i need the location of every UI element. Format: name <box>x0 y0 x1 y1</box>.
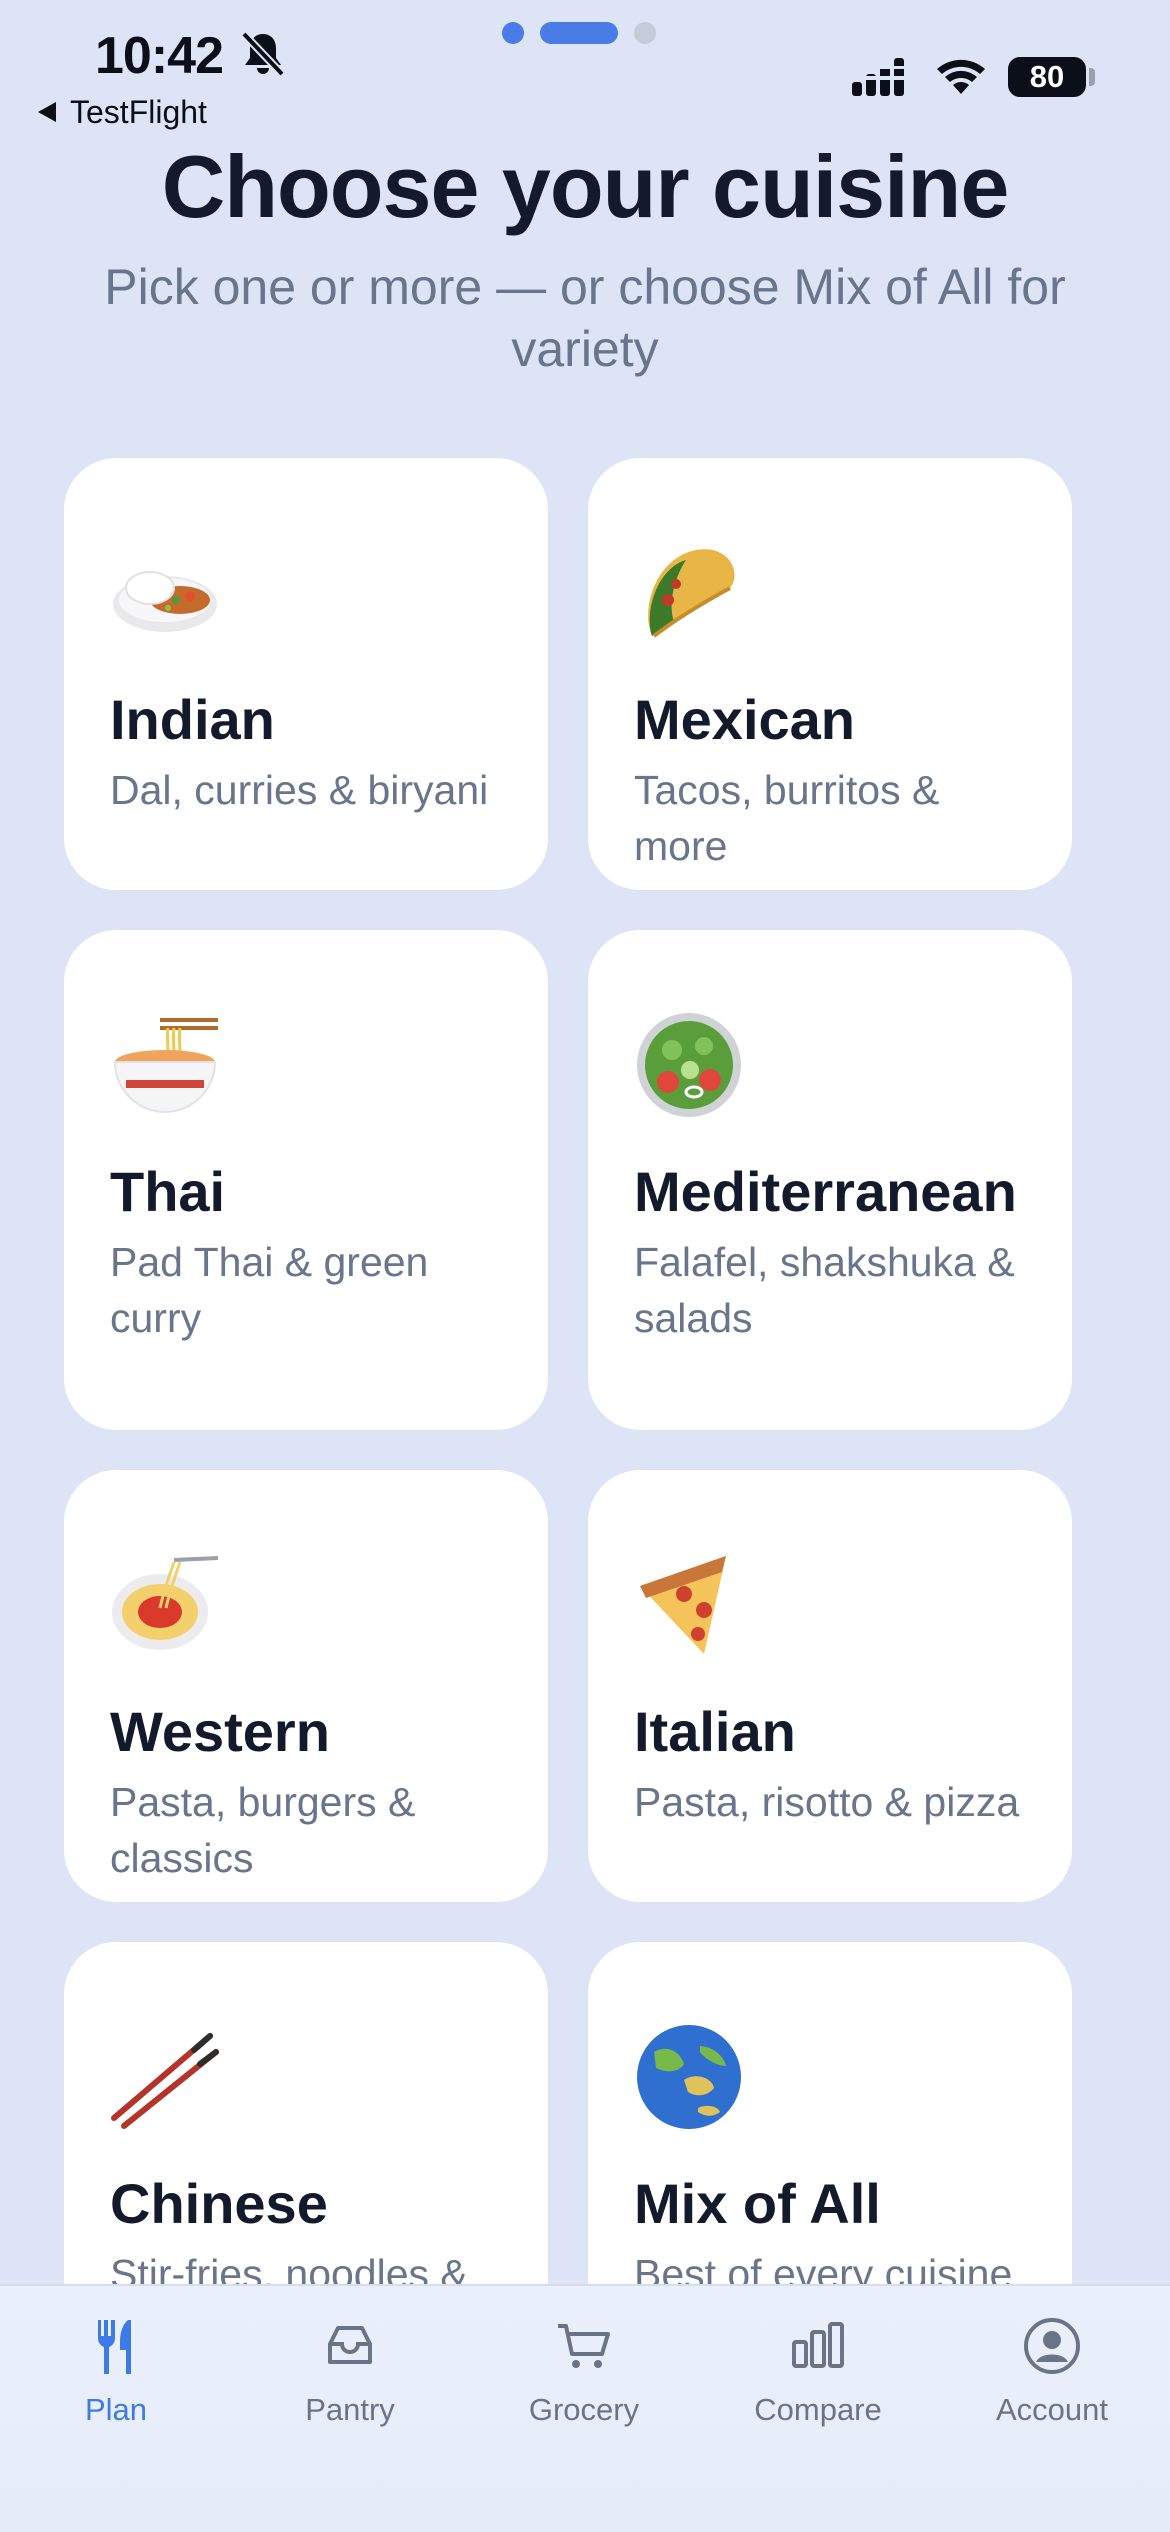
battery-nub <box>1089 68 1095 86</box>
back-label: TestFlight <box>70 93 207 130</box>
cuisine-card-mexican[interactable]: Mexican Tacos, burritos & more <box>588 458 1072 890</box>
tray-icon <box>328 2326 372 2364</box>
tab-label: Grocery <box>528 2392 640 2427</box>
cellular-signal-icon <box>852 58 904 96</box>
curry-rice-icon <box>113 571 217 632</box>
page-subtitle: Pick one or more — or choose Mix of All … <box>104 259 1066 377</box>
cuisine-card-thai[interactable]: Thai Pad Thai & green curry <box>64 930 548 1430</box>
cuisine-grid: Indian Dal, curries & biryani Mexican Ta… <box>64 458 1072 2374</box>
cuisine-description: Falafel, shakshuka & salads <box>634 1239 1015 1341</box>
cuisine-name: Mexican <box>634 688 855 751</box>
tab-compare[interactable]: Compare <box>718 2314 918 2434</box>
cuisine-name: Italian <box>634 1700 796 1763</box>
spaghetti-icon <box>112 1556 219 1650</box>
page-title: Choose your cuisine <box>161 137 1010 236</box>
globe-icon <box>637 2025 741 2129</box>
cuisine-picker-screen: 10:42 TestFlight 80 Choose your cuisine … <box>0 0 1170 2532</box>
status-bar: 10:42 TestFlight 80 <box>0 0 1170 140</box>
tab-label: Pantry <box>305 2392 395 2427</box>
noodle-bowl-icon <box>113 1018 218 1113</box>
cuisine-name: Chinese <box>110 2172 328 2235</box>
tab-bar: Plan Pantry Grocery Compare Account <box>0 2284 1170 2532</box>
back-to-testflight[interactable]: TestFlight <box>38 90 207 134</box>
cart-icon <box>558 2324 610 2368</box>
tab-label: Compare <box>754 2392 882 2427</box>
cuisine-description: Pad Thai & green curry <box>110 1239 429 1341</box>
cuisine-description: Dal, curries & biryani <box>110 767 489 813</box>
tab-plan[interactable]: Plan <box>16 2314 216 2434</box>
fork-knife-icon <box>98 2320 131 2374</box>
cuisine-card-mediterranean[interactable]: Mediterranean Falafel, shakshuka & salad… <box>588 930 1072 1430</box>
bar-chart-icon <box>792 2322 844 2368</box>
tab-label: Account <box>995 2392 1108 2427</box>
cuisine-name: Indian <box>110 688 275 751</box>
wifi-icon <box>937 59 985 94</box>
cuisine-name: Mix of All <box>634 2172 881 2235</box>
cuisine-name: Mediterranean <box>634 1160 1017 1223</box>
tab-grocery[interactable]: Grocery <box>484 2314 684 2434</box>
tab-pantry[interactable]: Pantry <box>250 2314 450 2434</box>
page-indicator <box>502 22 656 44</box>
cuisine-name: Thai <box>110 1160 226 1223</box>
status-time: 10:42 <box>95 27 224 85</box>
cuisine-description: Tacos, burritos & more <box>634 767 940 869</box>
cuisine-card-italian[interactable]: Italian Pasta, risotto & pizza <box>588 1470 1072 1902</box>
bell-slash-icon <box>241 31 285 77</box>
page-dot <box>634 22 656 44</box>
tab-label: Plan <box>84 2392 148 2427</box>
account-icon <box>1024 2318 1080 2374</box>
battery-indicator: 80 <box>1008 57 1086 97</box>
tab-account[interactable]: Account <box>952 2314 1152 2434</box>
pizza-icon <box>640 1556 726 1654</box>
salad-icon <box>637 1013 741 1117</box>
cuisine-card-indian[interactable]: Indian Dal, curries & biryani <box>64 458 548 890</box>
cuisine-card-western[interactable]: Western Pasta, burgers & classics <box>64 1470 548 1902</box>
cuisine-name: Western <box>110 1700 330 1763</box>
cuisine-description: Pasta, risotto & pizza <box>634 1779 1020 1825</box>
page-dot-active <box>540 22 618 44</box>
chopsticks-icon <box>111 2033 219 2129</box>
cuisine-description: Pasta, burgers & classics <box>110 1779 416 1881</box>
back-arrow-icon <box>38 102 56 122</box>
taco-icon <box>648 549 735 638</box>
page-dot <box>502 22 524 44</box>
